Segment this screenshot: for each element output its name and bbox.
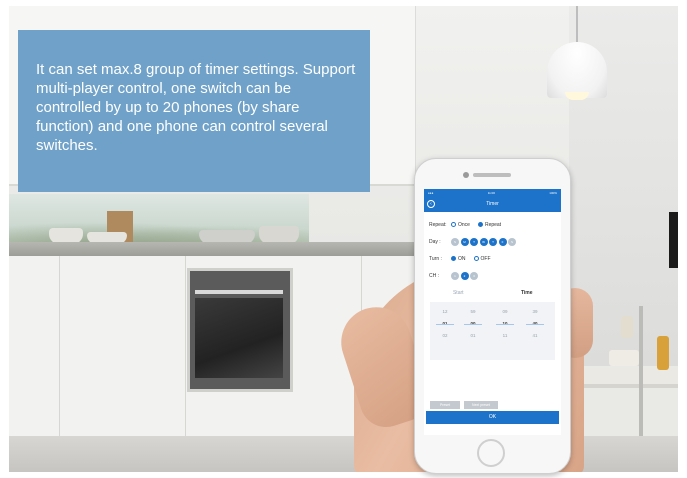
- day-chip[interactable]: T: [470, 237, 478, 246]
- speaker-grille: [473, 173, 511, 177]
- radio-label: Once: [458, 221, 470, 228]
- wheel-highlight: [526, 324, 544, 325]
- back-icon[interactable]: ‹: [427, 200, 435, 208]
- oven-window: [195, 298, 283, 378]
- day-chip[interactable]: T: [489, 237, 497, 246]
- callout-text: It can set max.8 group of timer settings…: [36, 61, 356, 154]
- wheel-value: 41: [532, 333, 538, 338]
- day-label: Day :: [429, 238, 441, 245]
- turn-label: Turn :: [429, 255, 442, 262]
- status-bar: ●●● 11:00 100%: [424, 189, 561, 196]
- turn-on-radio[interactable]: ON: [451, 256, 466, 262]
- countertop: [9, 242, 429, 256]
- radio-label: ON: [458, 255, 466, 262]
- app-header: ‹ Timer: [424, 196, 561, 212]
- channel-chip-group: 123: [451, 271, 480, 280]
- feature-callout: It can set max.8 group of timer settings…: [18, 30, 370, 192]
- wheel-highlight: [436, 324, 454, 325]
- repeat-label: Repeat:: [429, 221, 447, 228]
- battery-indicator: 100%: [549, 190, 557, 195]
- oven-handle: [195, 290, 283, 294]
- day-row: Day : SMTWTFS: [424, 233, 561, 250]
- status-time: 11:00: [487, 190, 496, 195]
- pendant-lamp: [547, 42, 607, 98]
- day-chip[interactable]: S: [451, 237, 459, 246]
- home-button[interactable]: [477, 439, 505, 467]
- next-preset-button[interactable]: Next preset: [464, 401, 498, 409]
- channel-chip[interactable]: 1: [451, 271, 459, 280]
- wheel-highlight: [496, 324, 514, 325]
- channel-row: CH : 123: [424, 267, 561, 284]
- radio-label: OFF: [480, 255, 491, 262]
- decor-vase: [621, 316, 633, 338]
- repeat-once-radio[interactable]: Once: [451, 222, 470, 228]
- pendant-lamp-cord: [576, 6, 578, 44]
- radio-selected-icon: [477, 222, 483, 227]
- turn-row: Turn : ON OFF: [424, 250, 561, 267]
- wheel-value: 11: [502, 333, 508, 338]
- wheel-value: 12: [442, 309, 448, 314]
- wheel-value: 39: [532, 309, 538, 314]
- radio-icon: [473, 256, 479, 261]
- channel-chip[interactable]: 2: [460, 271, 469, 280]
- day-chip-group: SMTWTFS: [451, 237, 518, 246]
- day-chip[interactable]: W: [479, 237, 488, 246]
- tab-start[interactable]: Start: [424, 287, 493, 300]
- turn-off-radio[interactable]: OFF: [473, 255, 491, 262]
- preset-button[interactable]: Preset: [430, 401, 460, 409]
- wheel-value: 01: [470, 333, 476, 338]
- radio-icon: [451, 222, 456, 227]
- wheel-highlight: [464, 324, 482, 325]
- camera-icon: [463, 172, 469, 178]
- time-tabs: Start Time: [424, 287, 561, 300]
- day-chip[interactable]: M: [460, 237, 469, 246]
- day-chip[interactable]: F: [498, 237, 507, 246]
- app-screen: ●●● 11:00 100% ‹ Timer Repeat: Once Repe…: [424, 189, 561, 435]
- channel-label: CH :: [429, 272, 439, 279]
- wheel-value: 59: [470, 309, 476, 314]
- time-picker-wheel[interactable]: 12 01 02 59 00 01 09 10 11 39 40 41: [430, 302, 555, 360]
- smartphone: ●●● 11:00 100% ‹ Timer Repeat: Once Repe…: [414, 158, 571, 474]
- signal-indicator: ●●●: [428, 190, 434, 195]
- wheel-value: 09: [502, 309, 508, 314]
- page-title: Timer: [486, 201, 499, 207]
- radio-label: Repeat: [484, 221, 502, 228]
- repeat-repeat-radio[interactable]: Repeat: [477, 221, 502, 228]
- repeat-row: Repeat: Once Repeat: [424, 216, 561, 233]
- wheel-value: 02: [442, 333, 448, 338]
- wall-tv: [669, 212, 678, 268]
- tab-time[interactable]: Time: [493, 287, 562, 300]
- day-chip[interactable]: S: [508, 237, 516, 246]
- table-tray: [609, 350, 639, 366]
- channel-chip[interactable]: 3: [470, 271, 478, 280]
- ok-button[interactable]: OK: [426, 411, 559, 424]
- radio-selected-icon: [451, 256, 456, 261]
